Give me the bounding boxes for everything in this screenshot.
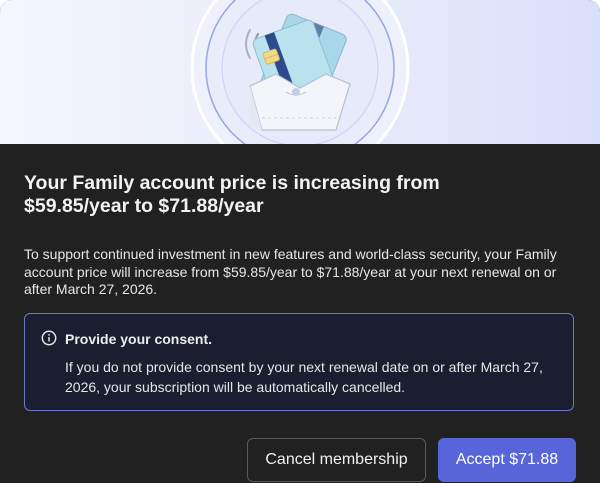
- consent-notice-text: If you do not provide consent by your ne…: [65, 359, 543, 395]
- info-icon: [41, 330, 57, 346]
- dialog-description: To support continued investment in new f…: [24, 246, 557, 297]
- consent-notice: Provide your consent. If you do not prov…: [24, 313, 574, 411]
- dialog-body: Your Family account price is increasing …: [0, 144, 600, 483]
- price-increase-dialog: Your Family account price is increasing …: [0, 0, 600, 483]
- cancel-membership-button[interactable]: Cancel membership: [247, 438, 426, 482]
- accept-price-button[interactable]: Accept $71.88: [438, 438, 576, 482]
- consent-notice-title: Provide your consent.: [65, 331, 213, 347]
- dialog-hero-banner: [0, 0, 600, 144]
- credit-card-wallet-icon: [190, 0, 410, 144]
- dialog-title: Your Family account price is increasing …: [24, 172, 440, 217]
